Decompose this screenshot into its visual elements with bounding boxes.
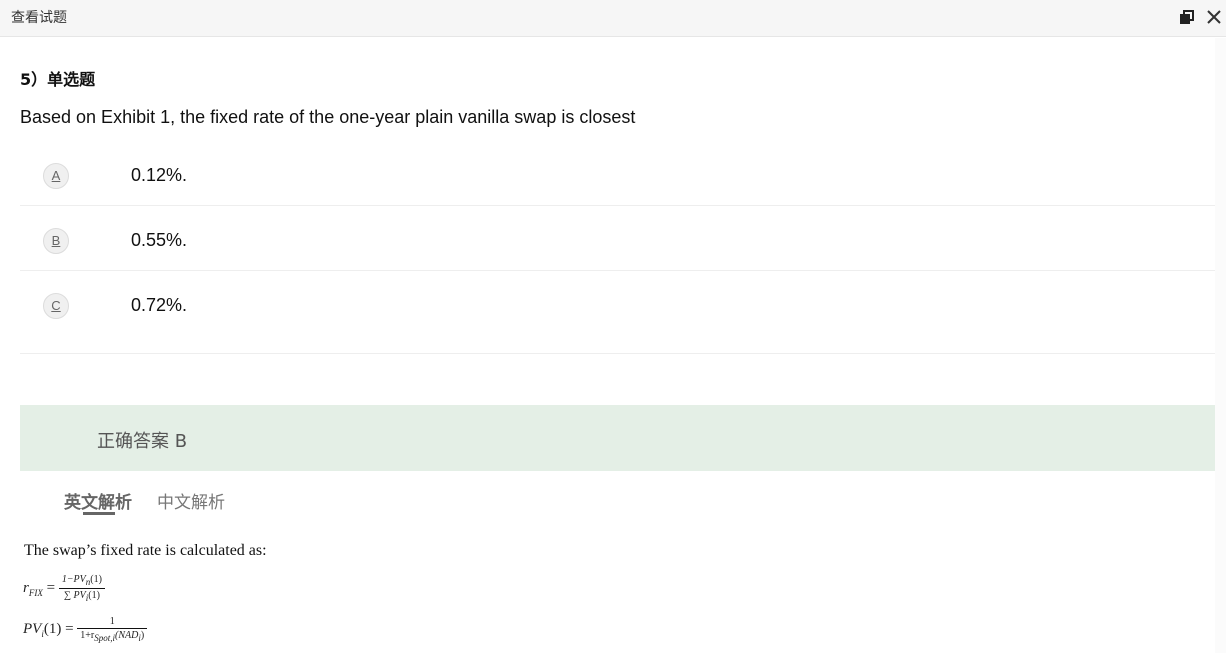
formula2-lhs: PV [23,620,42,637]
correct-answer-box: 正确答案 B [20,405,1215,471]
option-b[interactable]: B 0.55%. [20,206,1215,271]
scrollbar[interactable] [1215,38,1226,653]
option-text-a: 0.12%. [131,165,188,185]
formula1-numerator: 1−PV [61,574,86,585]
question-number: 5）单选题 [20,70,96,89]
close-icon[interactable] [1203,6,1225,28]
formula1-denominator-end: (1) [88,590,100,601]
formula2-denominator: 1+r [80,630,95,641]
question-content: 5）单选题 Based on Exhibit 1, the fixed rate… [20,38,1215,653]
formula2-fraction: 1 1+rSpot,i(NADi) [77,616,148,643]
window-title: 查看试题 [11,10,67,26]
formula1-lhs-sub: FIX [28,587,43,598]
formula1-denominator: PV [73,590,86,601]
option-text-b: 0.55%. [131,230,188,250]
window-titlebar: 查看试题 [0,0,1226,37]
formula1-fraction: 1−PVn(1) ∑ PVi(1) [58,574,105,603]
option-c[interactable]: C 0.72%. [20,271,1215,354]
formula1-sum-symbol: ∑ [63,590,71,601]
formula2-denominator-tail: (NAD [115,630,139,641]
option-letter-c[interactable]: C [43,293,69,319]
formula2-denominator-sub: Spot,i [94,633,116,643]
formula1-numerator-tail: (1) [90,574,102,585]
correct-answer-label: 正确答案 B [97,431,188,452]
formula2-denominator-end: ) [140,630,145,641]
option-letter-b[interactable]: B [43,228,69,254]
equals-sign: = [46,579,56,596]
explanation-content: The swap’s fixed rate is calculated as: [24,542,267,560]
question-stem: Based on Exhibit 1, the fixed rate of th… [20,107,636,127]
explanation-intro: The swap’s fixed rate is calculated as: [24,542,267,559]
active-tab-indicator [83,512,115,515]
restore-icon[interactable] [1176,6,1198,28]
option-a[interactable]: A 0.12%. [20,141,1215,206]
tab-english-explanation[interactable]: 英文解析 [64,488,132,513]
formula-fixed-rate: rFIX = 1−PVn(1) ∑ PVi(1) [23,574,105,603]
option-letter-a[interactable]: A [43,163,69,189]
formula-present-value: PVi(1) = 1 1+rSpot,i(NADi) [23,616,148,643]
option-text-c: 0.72%. [131,295,188,315]
formula2-lhs-tail: (1) = [43,620,74,637]
tab-chinese-explanation[interactable]: 中文解析 [157,488,225,513]
formula2-numerator: 1 [77,616,148,629]
